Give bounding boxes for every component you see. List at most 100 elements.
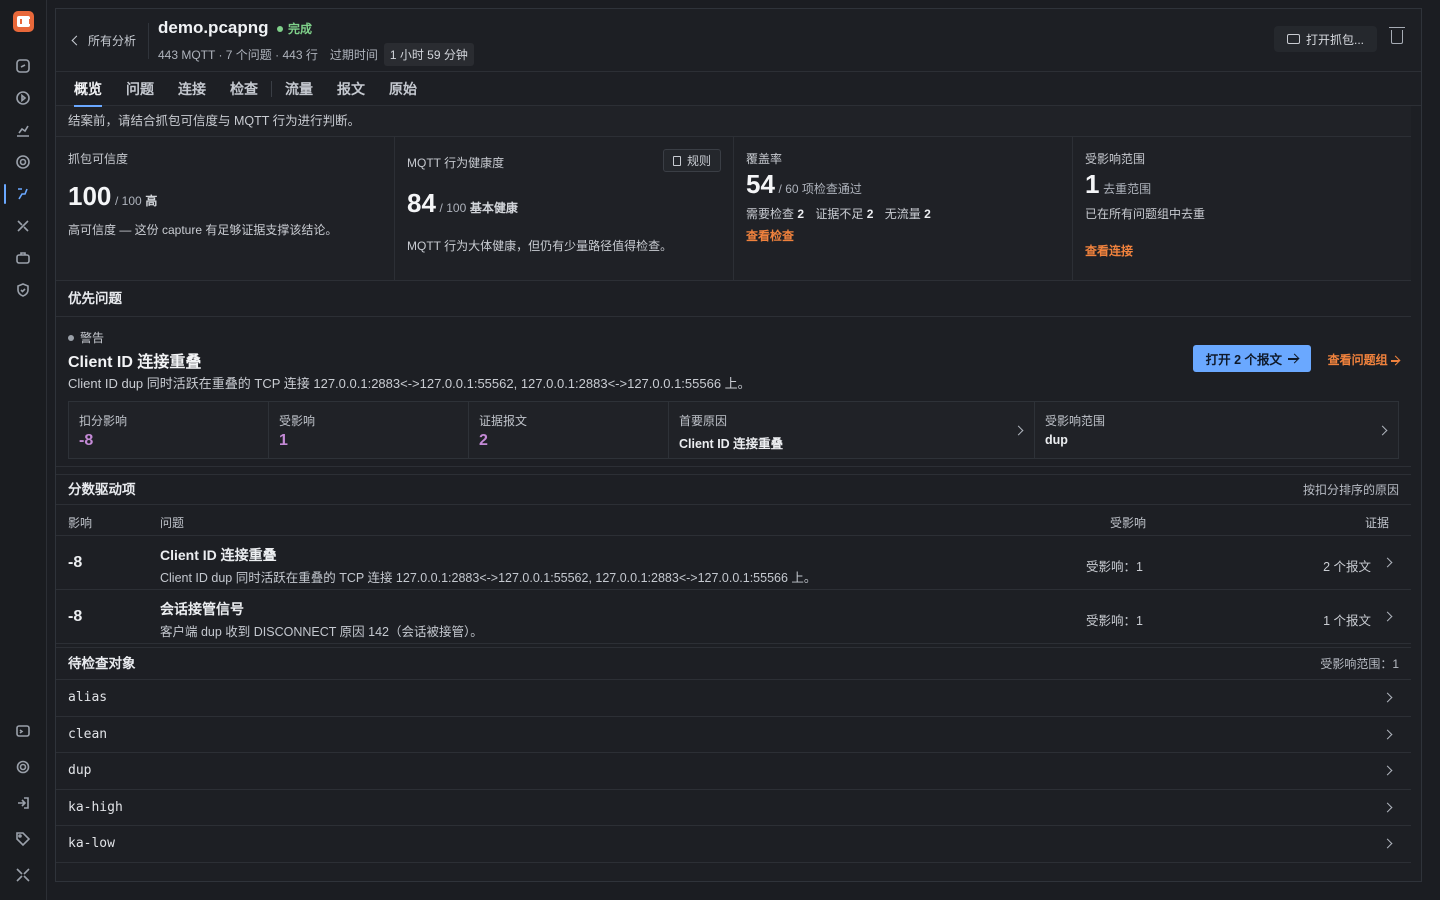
chevron-right-icon: [1382, 729, 1393, 739]
priority-stats: 扣分影响 -8 受影响 1 证据报文 2 首要原因 Client ID 连接重叠 受影响…: [68, 401, 1399, 459]
chevron-left-icon: [71, 35, 82, 46]
play-icon[interactable]: [14, 89, 32, 107]
stat-label: 证据报文: [479, 414, 528, 428]
priority-issue: 警告 Client ID 连接重叠 Client ID dup 同时活跃在重叠的…: [56, 317, 1411, 467]
gear-icon[interactable]: [14, 758, 32, 776]
tab-overview[interactable]: 概览: [74, 72, 102, 107]
object-name: alias: [68, 690, 108, 705]
confidence-score: 100: [68, 181, 112, 211]
meta-summary: 443 MQTT · 7 个问题 · 443 行: [158, 48, 318, 62]
no-traffic-label: 无流量: [884, 207, 921, 221]
terminal-icon[interactable]: [14, 722, 32, 740]
pending-heading: 待检查对象 受影响范围：1: [56, 648, 1411, 680]
list-item[interactable]: clean: [56, 717, 1411, 753]
drivers-heading: 分数驱动项 按扣分排序的原因: [56, 475, 1411, 505]
open-packets-label: 打开 2 个报文: [1205, 353, 1282, 367]
chevron-right-icon: [1382, 692, 1393, 703]
row-description: Client ID dup 同时活跃在重叠的 TCP 连接 127.0.0.1:…: [160, 571, 817, 585]
stat-label: 受影响范围: [1045, 414, 1106, 428]
target-icon[interactable]: [14, 153, 32, 171]
advice-note: 结案前，请结合抓包可信度与 MQTT 行为进行判断。: [56, 106, 1411, 137]
status-dot-icon: [277, 25, 283, 32]
scope-suffix: 去重范围: [1103, 182, 1152, 196]
row-title: Client ID 连接重叠: [160, 547, 277, 563]
folder-icon: [1286, 34, 1300, 44]
view-group-link[interactable]: 查看问题组: [1328, 351, 1399, 368]
table-row[interactable]: -8 会话接管信号 客户端 dup 收到 DISCONNECT 原因 142（会…: [56, 590, 1411, 644]
tools-icon[interactable]: [14, 217, 32, 235]
scope-card: 受影响范围 1 去重范围 已在所有问题组中去重 查看连接: [1073, 137, 1411, 280]
need-check-count: 2: [797, 207, 805, 221]
tab-bar: 概览 问题 连接 检查 流量 报文 原始: [56, 72, 1421, 107]
stat-scope[interactable]: 受影响范围 dup: [1035, 402, 1398, 458]
list-item[interactable]: ka-high: [56, 790, 1411, 826]
drivers-table-header: 影响 问题 受影响 证据: [56, 505, 1411, 536]
object-name: ka-high: [68, 799, 123, 815]
collapse-icon[interactable]: [14, 866, 32, 884]
stat-value: -8: [79, 432, 94, 449]
case-icon[interactable]: [14, 249, 32, 267]
login-icon[interactable]: [14, 794, 32, 812]
tab-raw[interactable]: 原始: [389, 72, 417, 106]
arrow-right-icon: [1288, 357, 1298, 360]
list-item[interactable]: ka-low: [56, 826, 1411, 863]
confidence-text: 高可信度 — 这份 capture 有足够证据支撑该结论。: [68, 223, 338, 237]
file-meta: 443 MQTT · 7 个问题 · 443 行 过期时间 1 小时 59 分钟: [158, 43, 474, 66]
list-item[interactable]: alias: [56, 680, 1411, 717]
back-label: 所有分析: [88, 34, 137, 48]
row-evidence: 2 个报文: [1323, 560, 1371, 574]
health-score: 84: [407, 188, 436, 218]
insufficient-label: 证据不足: [815, 207, 864, 221]
analysis-panel: 所有分析 demo.pcapng 完成 443 MQTT · 7 个问题 · 4…: [55, 8, 1422, 882]
health-card: MQTT 行为健康度 规则 84 / 100 基本健康 MQTT 行为大体健康，…: [395, 137, 734, 280]
stat-value: Client ID 连接重叠: [679, 437, 784, 451]
tag-icon[interactable]: [14, 830, 32, 848]
chart-icon[interactable]: [14, 121, 32, 139]
rules-button[interactable]: 规则: [662, 149, 721, 172]
confidence-score-line: 100 / 100 高: [68, 181, 157, 212]
priority-description: Client ID dup 同时活跃在重叠的 TCP 连接 127.0.0.1:…: [68, 376, 751, 391]
priority-heading: 优先问题: [56, 281, 1411, 317]
logo-icon[interactable]: [13, 11, 34, 32]
shield-icon[interactable]: [14, 281, 32, 299]
row-impact: -8: [68, 554, 83, 571]
expire-value: 1 小时 59 分钟: [383, 43, 474, 66]
col-issue: 问题: [160, 516, 185, 530]
col-impact: 影响: [68, 516, 93, 530]
coverage-suffix: / 60 项检查通过: [778, 182, 862, 196]
health-score-line: 84 / 100 基本健康: [407, 188, 518, 219]
arrow-right-icon: [1391, 359, 1399, 362]
view-connections-link[interactable]: 查看连接: [1085, 242, 1133, 259]
row-affected: 受影响：1: [1086, 560, 1143, 574]
chevron-right-icon: [1382, 765, 1393, 776]
confidence-total: / 100: [115, 194, 142, 208]
view-checks-link[interactable]: 查看检查: [746, 227, 794, 244]
flow-icon[interactable]: [14, 185, 32, 203]
link-icon[interactable]: [14, 57, 32, 75]
open-capture-button[interactable]: 打开抓包...: [1273, 26, 1377, 52]
row-evidence: 1 个报文: [1323, 614, 1371, 628]
tab-traffic[interactable]: 流量: [285, 72, 313, 106]
back-button[interactable]: 所有分析: [71, 32, 137, 49]
insufficient-count: 2: [866, 207, 874, 221]
list-item[interactable]: dup: [56, 753, 1411, 790]
status-label: 完成: [288, 22, 313, 36]
open-capture-label: 打开抓包...: [1305, 32, 1364, 47]
analysis-header: 所有分析 demo.pcapng 完成 443 MQTT · 7 个问题 · 4…: [56, 9, 1421, 72]
stat-primary-cause[interactable]: 首要原因 Client ID 连接重叠: [669, 402, 1035, 458]
col-evidence: 证据: [1364, 516, 1389, 530]
stat-label: 扣分影响: [79, 414, 128, 428]
health-text: MQTT 行为大体健康，但仍有少量路径值得检查。: [407, 239, 673, 253]
coverage-score: 54: [746, 169, 775, 199]
open-packets-button[interactable]: 打开 2 个报文: [1192, 345, 1311, 372]
trash-icon[interactable]: [1389, 27, 1405, 44]
coverage-label: 覆盖率: [746, 152, 783, 166]
table-row[interactable]: -8 Client ID 连接重叠 Client ID dup 同时活跃在重叠的…: [56, 536, 1411, 590]
row-title: 会话接管信号: [160, 601, 244, 617]
score-cards: 抓包可信度 100 / 100 高 高可信度 — 这份 capture 有足够证…: [56, 137, 1411, 281]
tab-checks[interactable]: 检查: [230, 72, 258, 106]
tab-packets[interactable]: 报文: [337, 72, 365, 106]
tab-connections[interactable]: 连接: [178, 72, 206, 106]
tab-issues[interactable]: 问题: [126, 72, 154, 106]
drivers-title: 分数驱动项: [68, 482, 136, 497]
